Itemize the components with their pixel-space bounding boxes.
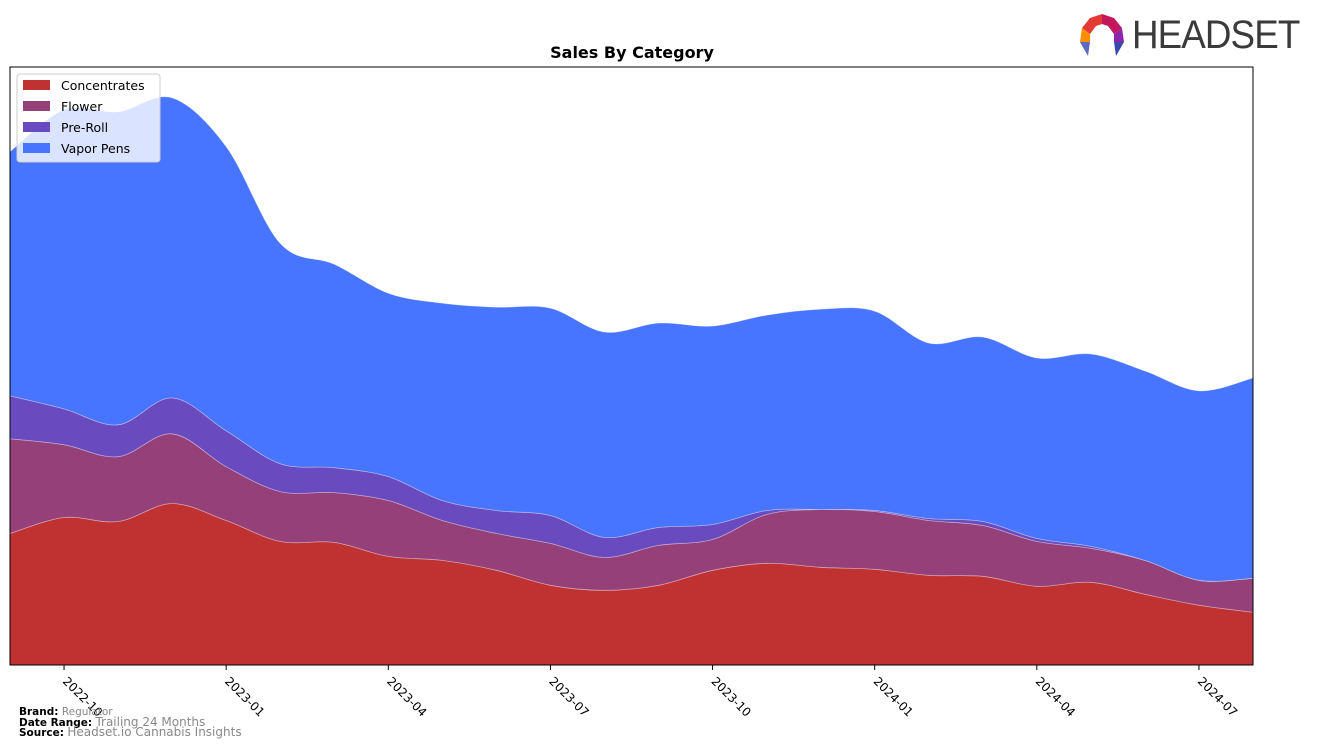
x-axis: 2022-10 2023-01 2023-04 2023-07 2023-10 2024-… [60, 665, 1240, 720]
footer-source: Source: Headset.io Cannabis Insights [19, 725, 242, 739]
sales-by-category-chart: Sales By Category 2022-10 2023-01 2023-04 2… [9, 43, 1254, 720]
source-label: Source: [19, 727, 64, 739]
legend-swatch-pre-roll [23, 122, 50, 132]
headset-logo-text: HEADSET [1132, 12, 1300, 57]
legend-label-flower: Flower [61, 99, 103, 114]
x-tick-label: 2024-04 [1033, 674, 1078, 719]
headset-logo-icon [1080, 14, 1124, 56]
legend-swatch-vapor-pens [23, 143, 50, 153]
x-tick-label: 2023-07 [546, 674, 591, 719]
legend-label-vapor-pens: Vapor Pens [61, 141, 130, 156]
x-tick-label: 2023-01 [222, 674, 267, 719]
headset-logo: HEADSET [1078, 12, 1314, 58]
legend-label-pre-roll: Pre-Roll [61, 120, 108, 135]
x-tick-label: 2024-01 [871, 674, 916, 719]
legend: Concentrates Flower Pre-Roll Vapor Pens [16, 73, 161, 163]
chart-title: Sales By Category [550, 43, 714, 62]
legend-swatch-flower [23, 101, 50, 111]
x-tick-label: 2023-04 [384, 674, 429, 719]
source-value: Headset.io Cannabis Insights [67, 725, 242, 739]
legend-swatch-concentrates [23, 80, 50, 90]
area-layers [9, 96, 1254, 666]
x-tick-label: 2023-10 [708, 674, 753, 719]
x-tick-label: 2024-07 [1195, 674, 1240, 719]
legend-label-concentrates: Concentrates [61, 78, 145, 93]
